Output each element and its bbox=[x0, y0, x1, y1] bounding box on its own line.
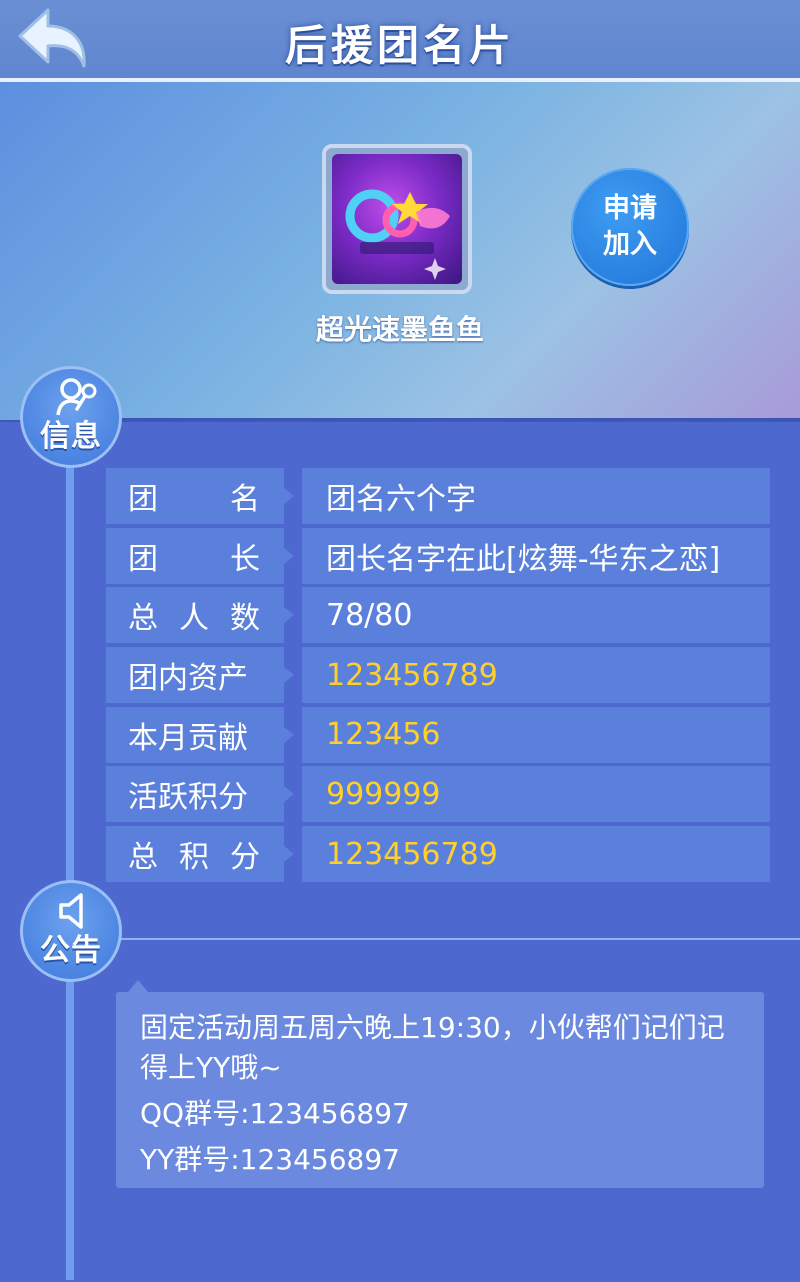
row-value: 123456789 bbox=[302, 647, 770, 704]
notice-section-badge: 公告 bbox=[20, 880, 122, 982]
divider bbox=[74, 938, 800, 940]
row-value: 78/80 bbox=[302, 587, 770, 644]
info-section-badge: 信息 bbox=[20, 366, 122, 468]
info-row-active-points: 活跃积分 999999 bbox=[106, 766, 770, 823]
row-label-char: 总 bbox=[128, 840, 158, 876]
row-value: 999999 bbox=[302, 766, 770, 823]
row-arrow bbox=[284, 726, 294, 743]
info-row-members: 总 人 数 78/80 bbox=[106, 587, 770, 644]
row-arrow bbox=[284, 547, 294, 564]
row-label: 总 积 分 bbox=[106, 826, 284, 883]
row-value: 团长名字在此[炫舞-华东之恋] bbox=[302, 527, 770, 584]
row-arrow bbox=[284, 786, 294, 803]
row-label-char: 总 bbox=[128, 601, 158, 637]
info-row-team-name: 团 名 团名六个字 bbox=[106, 468, 770, 524]
row-value: 123456789 bbox=[302, 826, 770, 883]
row-label: 本月贡献 bbox=[106, 706, 284, 763]
row-label-char: 名 bbox=[230, 482, 260, 517]
row-label-char: 数 bbox=[230, 601, 260, 637]
row-arrow bbox=[284, 607, 294, 624]
row-arrow bbox=[284, 846, 294, 863]
info-section-label: 信息 bbox=[40, 419, 102, 454]
row-arrow bbox=[284, 488, 294, 504]
info-row-assets: 团内资产 123456789 bbox=[106, 647, 770, 704]
row-label-char: 团 bbox=[128, 482, 158, 517]
top-bar: 后援团名片 bbox=[0, 0, 800, 82]
team-name: 超光速墨鱼鱼 bbox=[315, 313, 484, 346]
row-label-char: 人 bbox=[179, 601, 209, 637]
row-label-char: 长 bbox=[230, 541, 260, 577]
row-value: 123456 bbox=[302, 706, 770, 763]
row-value: 团名六个字 bbox=[302, 468, 770, 524]
row-label-char: 分 bbox=[230, 840, 260, 876]
notice-qq-group: QQ群号:123456897 bbox=[140, 1097, 410, 1130]
qq-dance-logo-icon bbox=[332, 154, 462, 284]
notice-text: 固定活动周五周六晚上19:30，小伙帮们记们记得上YY哦~ bbox=[140, 1011, 725, 1084]
apply-join-button[interactable]: 申请 加入 bbox=[571, 168, 689, 286]
join-label-line2: 加入 bbox=[603, 229, 657, 260]
row-label: 活跃积分 bbox=[106, 766, 284, 823]
divider bbox=[74, 418, 800, 420]
join-label-line1: 申请 bbox=[603, 193, 657, 224]
info-row-monthly-contribution: 本月贡献 123456 bbox=[106, 706, 770, 763]
info-row-total-points: 总 积 分 123456789 bbox=[106, 826, 770, 883]
page-title: 后援团名片 bbox=[284, 21, 515, 70]
notice-yy-group: YY群号:123456897 bbox=[140, 1143, 400, 1176]
row-label: 团内资产 bbox=[106, 647, 284, 704]
row-label: 总 人 数 bbox=[106, 587, 284, 644]
notice-content: 固定活动周五周六晚上19:30，小伙帮们记们记得上YY哦~ QQ群号:12345… bbox=[116, 992, 764, 1188]
team-logo bbox=[322, 144, 472, 294]
row-label-char: 积 bbox=[179, 840, 209, 876]
team-hero: 超光速墨鱼鱼 申请 加入 bbox=[0, 82, 800, 420]
row-label: 团 长 bbox=[106, 527, 284, 584]
timeline-line bbox=[66, 420, 74, 1280]
notice-pointer bbox=[128, 980, 148, 992]
notice-section-label: 公告 bbox=[40, 933, 102, 968]
row-label: 团 名 bbox=[106, 468, 284, 524]
row-label-char: 团 bbox=[128, 541, 158, 577]
row-arrow bbox=[284, 667, 294, 684]
info-row-leader: 团 长 团长名字在此[炫舞-华东之恋] bbox=[106, 527, 770, 584]
info-table: 团 名 团名六个字 团 长 团长名字在此[炫舞-华东之恋] 总 人 数 78/8… bbox=[106, 468, 770, 886]
